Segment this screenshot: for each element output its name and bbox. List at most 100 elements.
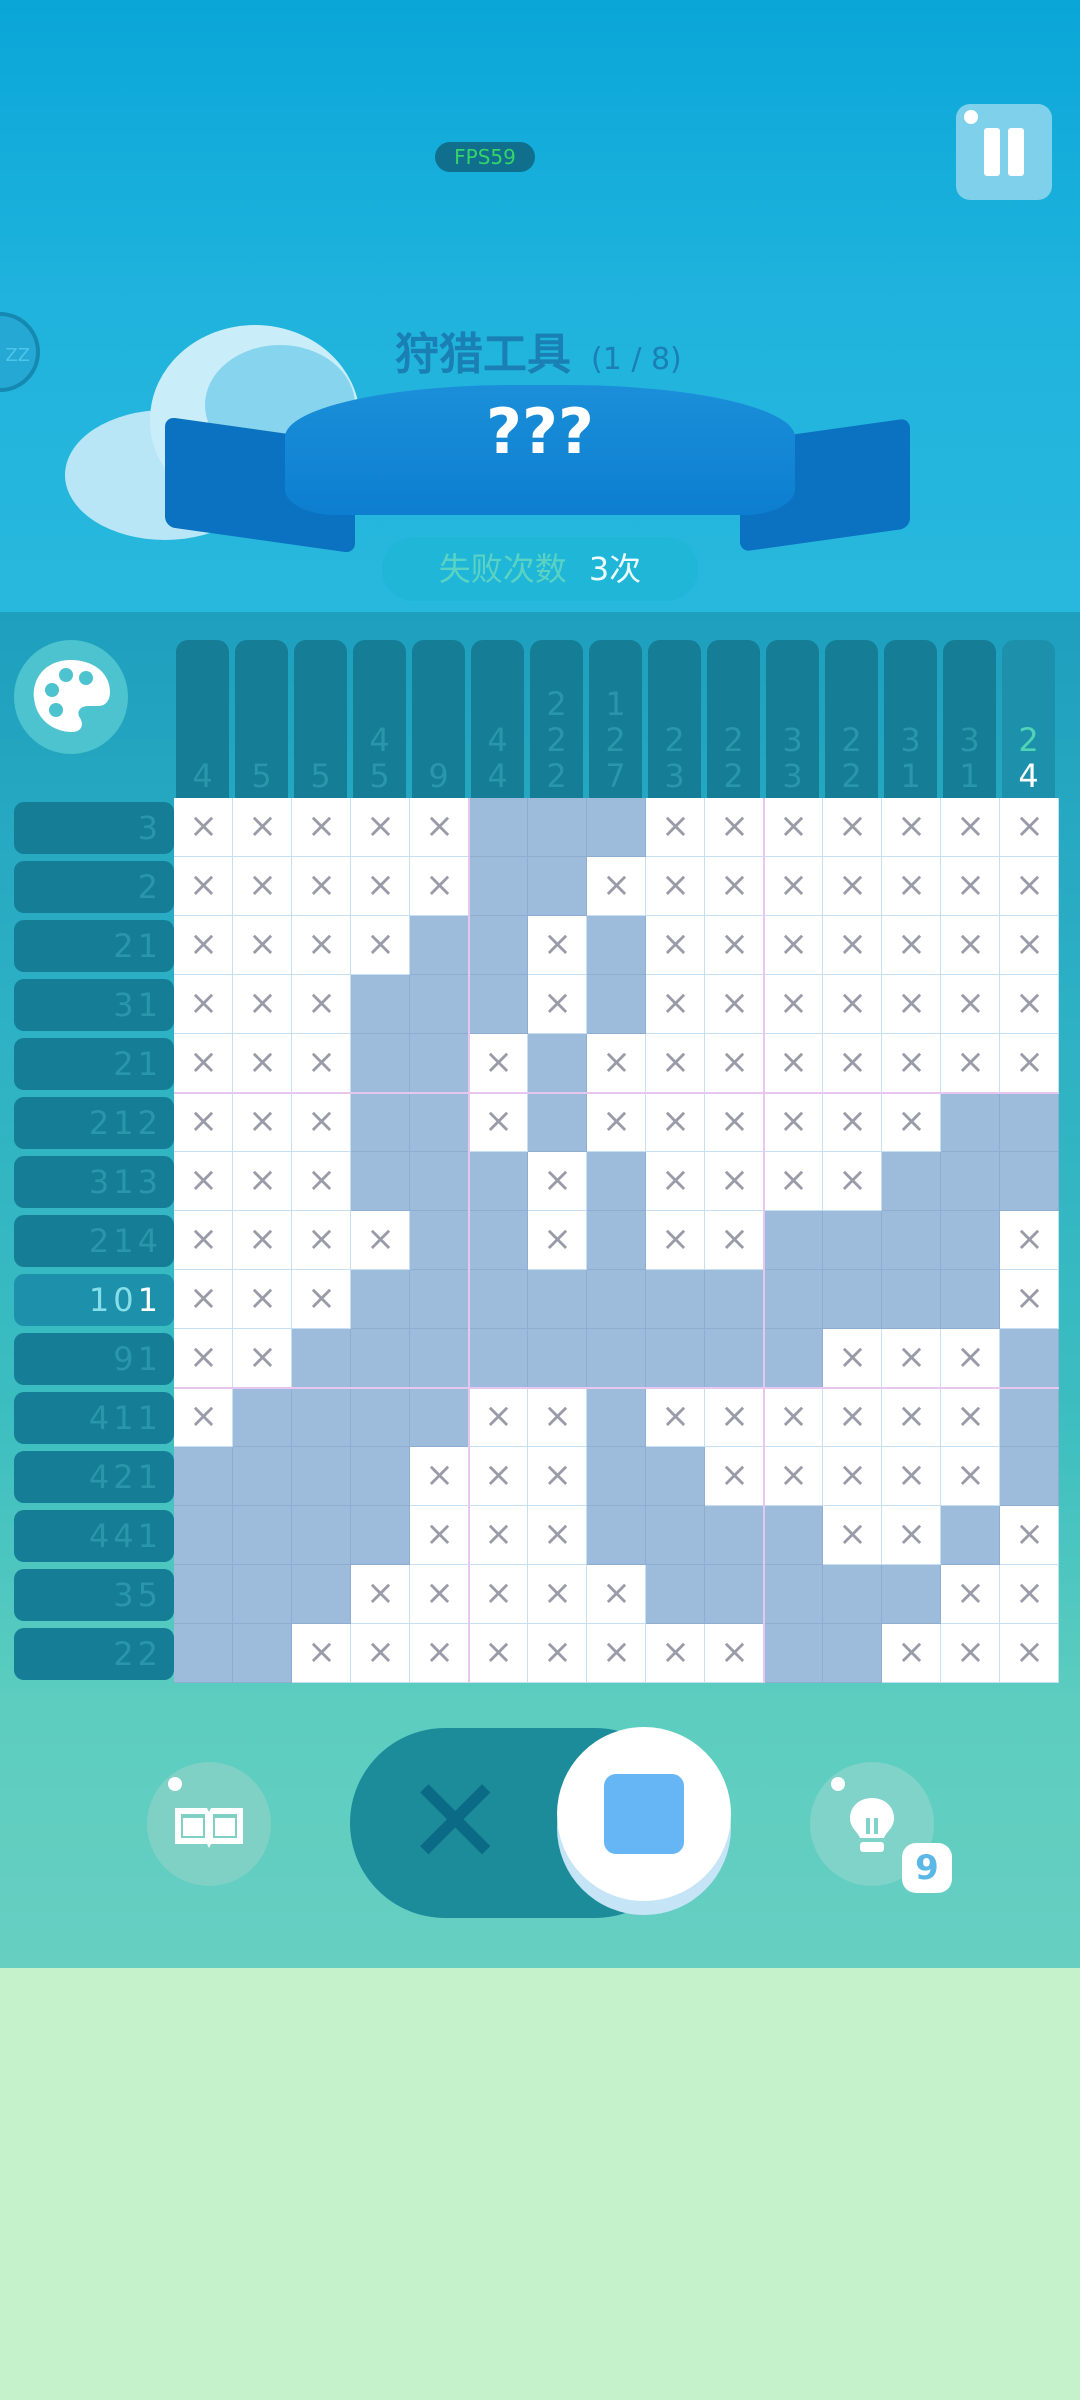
grid-cell-filled[interactable] [292, 1329, 351, 1388]
grid-cell-crossed[interactable] [941, 1447, 1000, 1506]
grid-cell-filled[interactable] [233, 1506, 292, 1565]
grid-cell-filled[interactable] [469, 1152, 528, 1211]
grid-cell-filled[interactable] [882, 1270, 941, 1329]
grid-cell-crossed[interactable] [292, 975, 351, 1034]
grid-cell-filled[interactable] [764, 1624, 823, 1683]
grid-cell-filled[interactable] [469, 975, 528, 1034]
grid-cell-crossed[interactable] [705, 1624, 764, 1683]
grid-cell-filled[interactable] [882, 1211, 941, 1270]
grid-cell-crossed[interactable] [233, 1034, 292, 1093]
grid-cell-filled[interactable] [941, 1152, 1000, 1211]
grid-cell-crossed[interactable] [292, 1211, 351, 1270]
grid-cell-crossed[interactable] [528, 975, 587, 1034]
grid-cell-crossed[interactable] [587, 1034, 646, 1093]
grid-cell-crossed[interactable] [941, 1329, 1000, 1388]
grid-cell-crossed[interactable] [469, 1034, 528, 1093]
grid-cell-filled[interactable] [646, 1506, 705, 1565]
grid-cell-crossed[interactable] [528, 1211, 587, 1270]
palette-button[interactable] [14, 640, 128, 754]
grid-cell-crossed[interactable] [469, 1565, 528, 1624]
grid-cell-crossed[interactable] [174, 916, 233, 975]
grid-cell-crossed[interactable] [587, 1624, 646, 1683]
grid-cell-crossed[interactable] [174, 1034, 233, 1093]
grid-cell-crossed[interactable] [764, 916, 823, 975]
grid-cell-crossed[interactable] [528, 1447, 587, 1506]
grid-cell-crossed[interactable] [705, 798, 764, 857]
grid-cell-crossed[interactable] [528, 916, 587, 975]
grid-cell-filled[interactable] [528, 1329, 587, 1388]
grid-cell-crossed[interactable] [764, 1093, 823, 1152]
grid-cell-filled[interactable] [882, 1152, 941, 1211]
grid-cell-crossed[interactable] [351, 798, 410, 857]
grid-cell-crossed[interactable] [351, 1211, 410, 1270]
grid-cell-filled[interactable] [351, 1388, 410, 1447]
grid-cell-crossed[interactable] [646, 1034, 705, 1093]
grid-cell-filled[interactable] [587, 798, 646, 857]
grid-cell-crossed[interactable] [882, 1506, 941, 1565]
grid-cell-crossed[interactable] [174, 1329, 233, 1388]
grid-cell-filled[interactable] [705, 1329, 764, 1388]
grid-cell-crossed[interactable] [646, 1388, 705, 1447]
grid-cell-crossed[interactable] [469, 1388, 528, 1447]
grid-cell-crossed[interactable] [174, 1152, 233, 1211]
grid-cell-crossed[interactable] [941, 798, 1000, 857]
grid-cell-filled[interactable] [764, 1506, 823, 1565]
grid-cell-filled[interactable] [764, 1565, 823, 1624]
grid-cell-filled[interactable] [646, 1565, 705, 1624]
grid-cell-crossed[interactable] [941, 916, 1000, 975]
grid-cell-filled[interactable] [469, 1329, 528, 1388]
grid-cell-crossed[interactable] [233, 1093, 292, 1152]
grid-cell-crossed[interactable] [882, 1388, 941, 1447]
grid-cell-crossed[interactable] [705, 1447, 764, 1506]
grid-cell-filled[interactable] [351, 1270, 410, 1329]
grid-cell-crossed[interactable] [882, 1624, 941, 1683]
grid-cell-filled[interactable] [351, 1447, 410, 1506]
grid-cell-crossed[interactable] [292, 798, 351, 857]
grid-cell-filled[interactable] [646, 1270, 705, 1329]
grid-cell-crossed[interactable] [528, 1388, 587, 1447]
grid-cell-filled[interactable] [528, 798, 587, 857]
grid-cell-crossed[interactable] [823, 857, 882, 916]
grid-cell-filled[interactable] [764, 1211, 823, 1270]
grid-cell-filled[interactable] [1000, 1329, 1059, 1388]
grid-cell-crossed[interactable] [646, 1152, 705, 1211]
grid-cell-filled[interactable] [351, 975, 410, 1034]
pause-button[interactable] [956, 104, 1052, 200]
grid-cell-crossed[interactable] [410, 1506, 469, 1565]
grid-cell-crossed[interactable] [1000, 975, 1059, 1034]
grid-cell-crossed[interactable] [1000, 916, 1059, 975]
grid-cell-filled[interactable] [469, 798, 528, 857]
grid-cell-filled[interactable] [174, 1624, 233, 1683]
grid-cell-filled[interactable] [587, 916, 646, 975]
grid-cell-filled[interactable] [1000, 1093, 1059, 1152]
grid-cell-crossed[interactable] [764, 1388, 823, 1447]
grid-cell-crossed[interactable] [646, 1093, 705, 1152]
grid-cell-filled[interactable] [823, 1270, 882, 1329]
grid-cell-filled[interactable] [410, 1093, 469, 1152]
grid-cell-crossed[interactable] [823, 1329, 882, 1388]
grid-cell-filled[interactable] [233, 1624, 292, 1683]
grid-cell-crossed[interactable] [174, 798, 233, 857]
grid-cell-crossed[interactable] [292, 1270, 351, 1329]
grid-cell-crossed[interactable] [469, 1624, 528, 1683]
grid-cell-filled[interactable] [233, 1388, 292, 1447]
grid-cell-crossed[interactable] [587, 1565, 646, 1624]
grid-cell-filled[interactable] [587, 1211, 646, 1270]
grid-cell-filled[interactable] [233, 1447, 292, 1506]
grid-cell-filled[interactable] [528, 1034, 587, 1093]
grid-cell-crossed[interactable] [941, 1388, 1000, 1447]
grid-cell-crossed[interactable] [882, 1329, 941, 1388]
grid-cell-crossed[interactable] [823, 1447, 882, 1506]
grid-cell-crossed[interactable] [351, 916, 410, 975]
nonogram-grid[interactable] [174, 798, 1059, 1683]
grid-cell-filled[interactable] [410, 1388, 469, 1447]
grid-cell-filled[interactable] [882, 1565, 941, 1624]
grid-cell-filled[interactable] [823, 1565, 882, 1624]
grid-cell-crossed[interactable] [646, 857, 705, 916]
grid-cell-crossed[interactable] [1000, 1270, 1059, 1329]
grid-cell-crossed[interactable] [469, 1506, 528, 1565]
grid-cell-filled[interactable] [587, 1329, 646, 1388]
grid-cell-crossed[interactable] [410, 798, 469, 857]
grid-cell-crossed[interactable] [292, 857, 351, 916]
grid-cell-filled[interactable] [174, 1447, 233, 1506]
